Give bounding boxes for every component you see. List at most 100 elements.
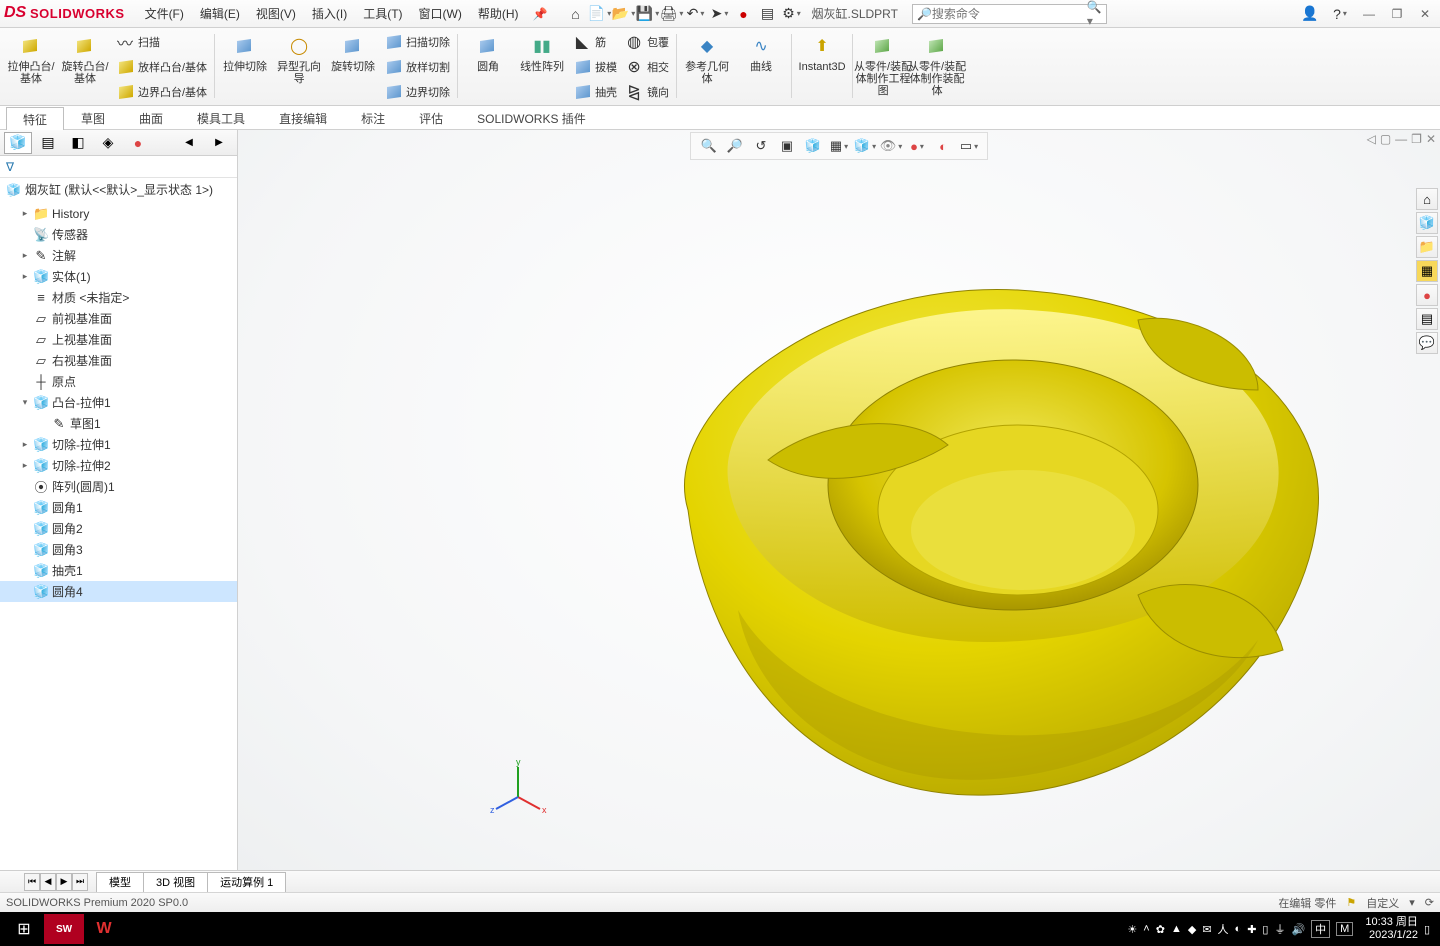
tray-battery-icon[interactable]: ▯	[1262, 923, 1268, 936]
tray-ime2[interactable]: M	[1336, 922, 1353, 936]
left-tab-appearance-icon[interactable]: ●	[124, 132, 152, 154]
tree-node[interactable]: ✎草图1	[0, 413, 237, 434]
tray-notifications-icon[interactable]: ▯	[1424, 923, 1430, 936]
rib-button[interactable]: ◣筋	[573, 31, 617, 53]
menu-help[interactable]: 帮助(H)	[470, 5, 527, 22]
taskbar-solidworks-icon[interactable]: SW	[44, 914, 84, 944]
menu-insert[interactable]: 插入(I)	[304, 5, 355, 22]
vp-min-icon[interactable]: —	[1395, 132, 1407, 146]
instant3d-button[interactable]: ⬆Instant3D	[798, 32, 846, 73]
tab-surface[interactable]: 曲面	[122, 106, 180, 129]
bottom-tab-motion[interactable]: 运动算例 1	[207, 872, 286, 892]
view-settings-icon[interactable]: ▭	[958, 135, 980, 157]
hide-show-icon[interactable]: 🧊	[854, 135, 876, 157]
status-flag-icon[interactable]: ⚑	[1346, 896, 1356, 909]
extrude-cut-button[interactable]: 拉伸切除	[221, 32, 269, 73]
undo-icon[interactable]: ↶	[685, 3, 707, 25]
scene-icon[interactable]: 👁	[880, 135, 902, 157]
ref-geom-button[interactable]: ◆参考几何体	[683, 32, 731, 85]
taskpane-view-icon[interactable]: ▦	[1416, 260, 1438, 282]
tree-node[interactable]: 🧊圆角1	[0, 497, 237, 518]
vp-max-icon[interactable]: ❐	[1411, 132, 1422, 146]
tree-node[interactable]: ▸✎注解	[0, 245, 237, 266]
mirror-button[interactable]: ⧎镜向	[625, 81, 669, 103]
taskpane-library-icon[interactable]: 📁	[1416, 236, 1438, 258]
taskpane-custom-icon[interactable]: ▤	[1416, 308, 1438, 330]
command-search-input[interactable]	[932, 7, 1087, 21]
sweep-cut-button[interactable]: 扫描切除	[384, 31, 450, 53]
tab-first-icon[interactable]: ⏮	[24, 873, 40, 891]
tree-filter-bar[interactable]: ∇	[0, 156, 237, 178]
tab-direct-edit[interactable]: 直接编辑	[262, 106, 344, 129]
tray-volume-icon[interactable]: 🔊	[1291, 923, 1305, 936]
bottom-tab-3dview[interactable]: 3D 视图	[143, 872, 208, 892]
tab-evaluate[interactable]: 评估	[402, 106, 460, 129]
pin-icon[interactable]: 📌	[533, 7, 548, 21]
revolve-boss-button[interactable]: 旋转凸台/基体	[61, 32, 109, 85]
vp-next-icon[interactable]: ▢	[1380, 132, 1391, 146]
vp-close-icon[interactable]: ✕	[1426, 132, 1436, 146]
bottom-tab-model[interactable]: 模型	[96, 872, 144, 892]
tray-msg-icon[interactable]: ✉	[1202, 923, 1211, 936]
taskpane-appearance-icon[interactable]: ●	[1416, 284, 1438, 306]
save-icon[interactable]: 💾	[637, 3, 659, 25]
tree-node[interactable]: ▾🧊凸台-拉伸1	[0, 392, 237, 413]
orientation-triad[interactable]: x y z	[488, 757, 548, 820]
tab-next-icon[interactable]: ▶	[56, 873, 72, 891]
taskpane-home-icon[interactable]: ⌂	[1416, 188, 1438, 210]
tree-node[interactable]: ⦿阵列(圆周)1	[0, 476, 237, 497]
taskpane-forum-icon[interactable]: 💬	[1416, 332, 1438, 354]
tray-人-icon[interactable]: 人	[1218, 921, 1229, 937]
graphics-viewport[interactable]: 🔍 🔎 ↺ ▣ 🧊 ▦ 🧊 👁 ● ◐ ▭ ◁ ▢ — ❐ ✕ ⌂ 🧊 📁 ▦ …	[238, 130, 1440, 870]
display-style-icon[interactable]: ▦	[828, 135, 850, 157]
tree-node[interactable]: 🧊抽壳1	[0, 560, 237, 581]
tray-shield-icon[interactable]: ▲	[1171, 923, 1182, 935]
left-tab-feature-icon[interactable]: 🧊	[4, 132, 32, 154]
user-icon[interactable]: 👤	[1299, 3, 1321, 25]
view-orient-icon[interactable]: 🧊	[802, 135, 824, 157]
tree-node[interactable]: 🧊圆角4	[0, 581, 237, 602]
taskbar-clock[interactable]: 10:33 周日 2023/1/22	[1365, 916, 1418, 942]
tree-twisty-icon[interactable]: ▸	[20, 460, 30, 471]
tab-last-icon[interactable]: ⏭	[72, 873, 88, 891]
shell-button[interactable]: 抽壳	[573, 81, 617, 103]
rebuild-icon[interactable]: ●	[733, 3, 755, 25]
status-dropdown-icon[interactable]: ▾	[1409, 896, 1415, 909]
menu-tools[interactable]: 工具(T)	[355, 5, 410, 22]
loft-boss-button[interactable]: 放样凸台/基体	[116, 56, 207, 78]
prev-view-icon[interactable]: ↺	[750, 135, 772, 157]
tab-annotate[interactable]: 标注	[344, 106, 402, 129]
print-icon[interactable]: 🖨	[661, 3, 683, 25]
revolve-cut-button[interactable]: 旋转切除	[329, 32, 377, 73]
home-icon[interactable]: ⌂	[565, 3, 587, 25]
tree-twisty-icon[interactable]: ▸	[20, 250, 30, 261]
tree-node[interactable]: 🧊圆角2	[0, 518, 237, 539]
tree-twisty-icon[interactable]: ▸	[20, 208, 30, 219]
tree-node[interactable]: ▱右视基准面	[0, 350, 237, 371]
tree-node[interactable]: ▱前视基准面	[0, 308, 237, 329]
extrude-boss-button[interactable]: 拉伸凸台/基体	[7, 32, 55, 85]
left-tab-nav-left-icon[interactable]: ◀	[175, 132, 203, 154]
command-search[interactable]: 🔎 🔍▾	[912, 4, 1107, 24]
tray-weather-icon[interactable]: ☀	[1127, 923, 1137, 936]
status-refresh-icon[interactable]: ⟳	[1425, 896, 1434, 909]
settings-gear-icon[interactable]: ⚙	[781, 3, 803, 25]
section-view-icon[interactable]: ▣	[776, 135, 798, 157]
tree-node[interactable]: ▱上视基准面	[0, 329, 237, 350]
tray-sync-icon[interactable]: ◐	[1235, 923, 1242, 935]
tab-addins[interactable]: SOLIDWORKS 插件	[460, 106, 603, 129]
left-tab-display-icon[interactable]: ◈	[94, 132, 122, 154]
tray-wifi-icon[interactable]: ⏚	[1274, 921, 1285, 937]
boundary-boss-button[interactable]: 边界凸台/基体	[116, 81, 207, 103]
status-custom[interactable]: 自定义	[1366, 895, 1399, 911]
hole-wizard-button[interactable]: ◯异型孔向导	[275, 32, 323, 85]
tab-mold-tools[interactable]: 模具工具	[180, 106, 262, 129]
tree-node[interactable]: ▸🧊切除-拉伸2	[0, 455, 237, 476]
menu-window[interactable]: 窗口(W)	[411, 5, 470, 22]
boundary-cut-button[interactable]: 边界切除	[384, 81, 450, 103]
menu-view[interactable]: 视图(V)	[248, 5, 304, 22]
tab-features[interactable]: 特征	[6, 107, 64, 130]
vp-prev-icon[interactable]: ◁	[1367, 132, 1376, 146]
tree-node[interactable]: 📡传感器	[0, 224, 237, 245]
tree-node[interactable]: ┼原点	[0, 371, 237, 392]
